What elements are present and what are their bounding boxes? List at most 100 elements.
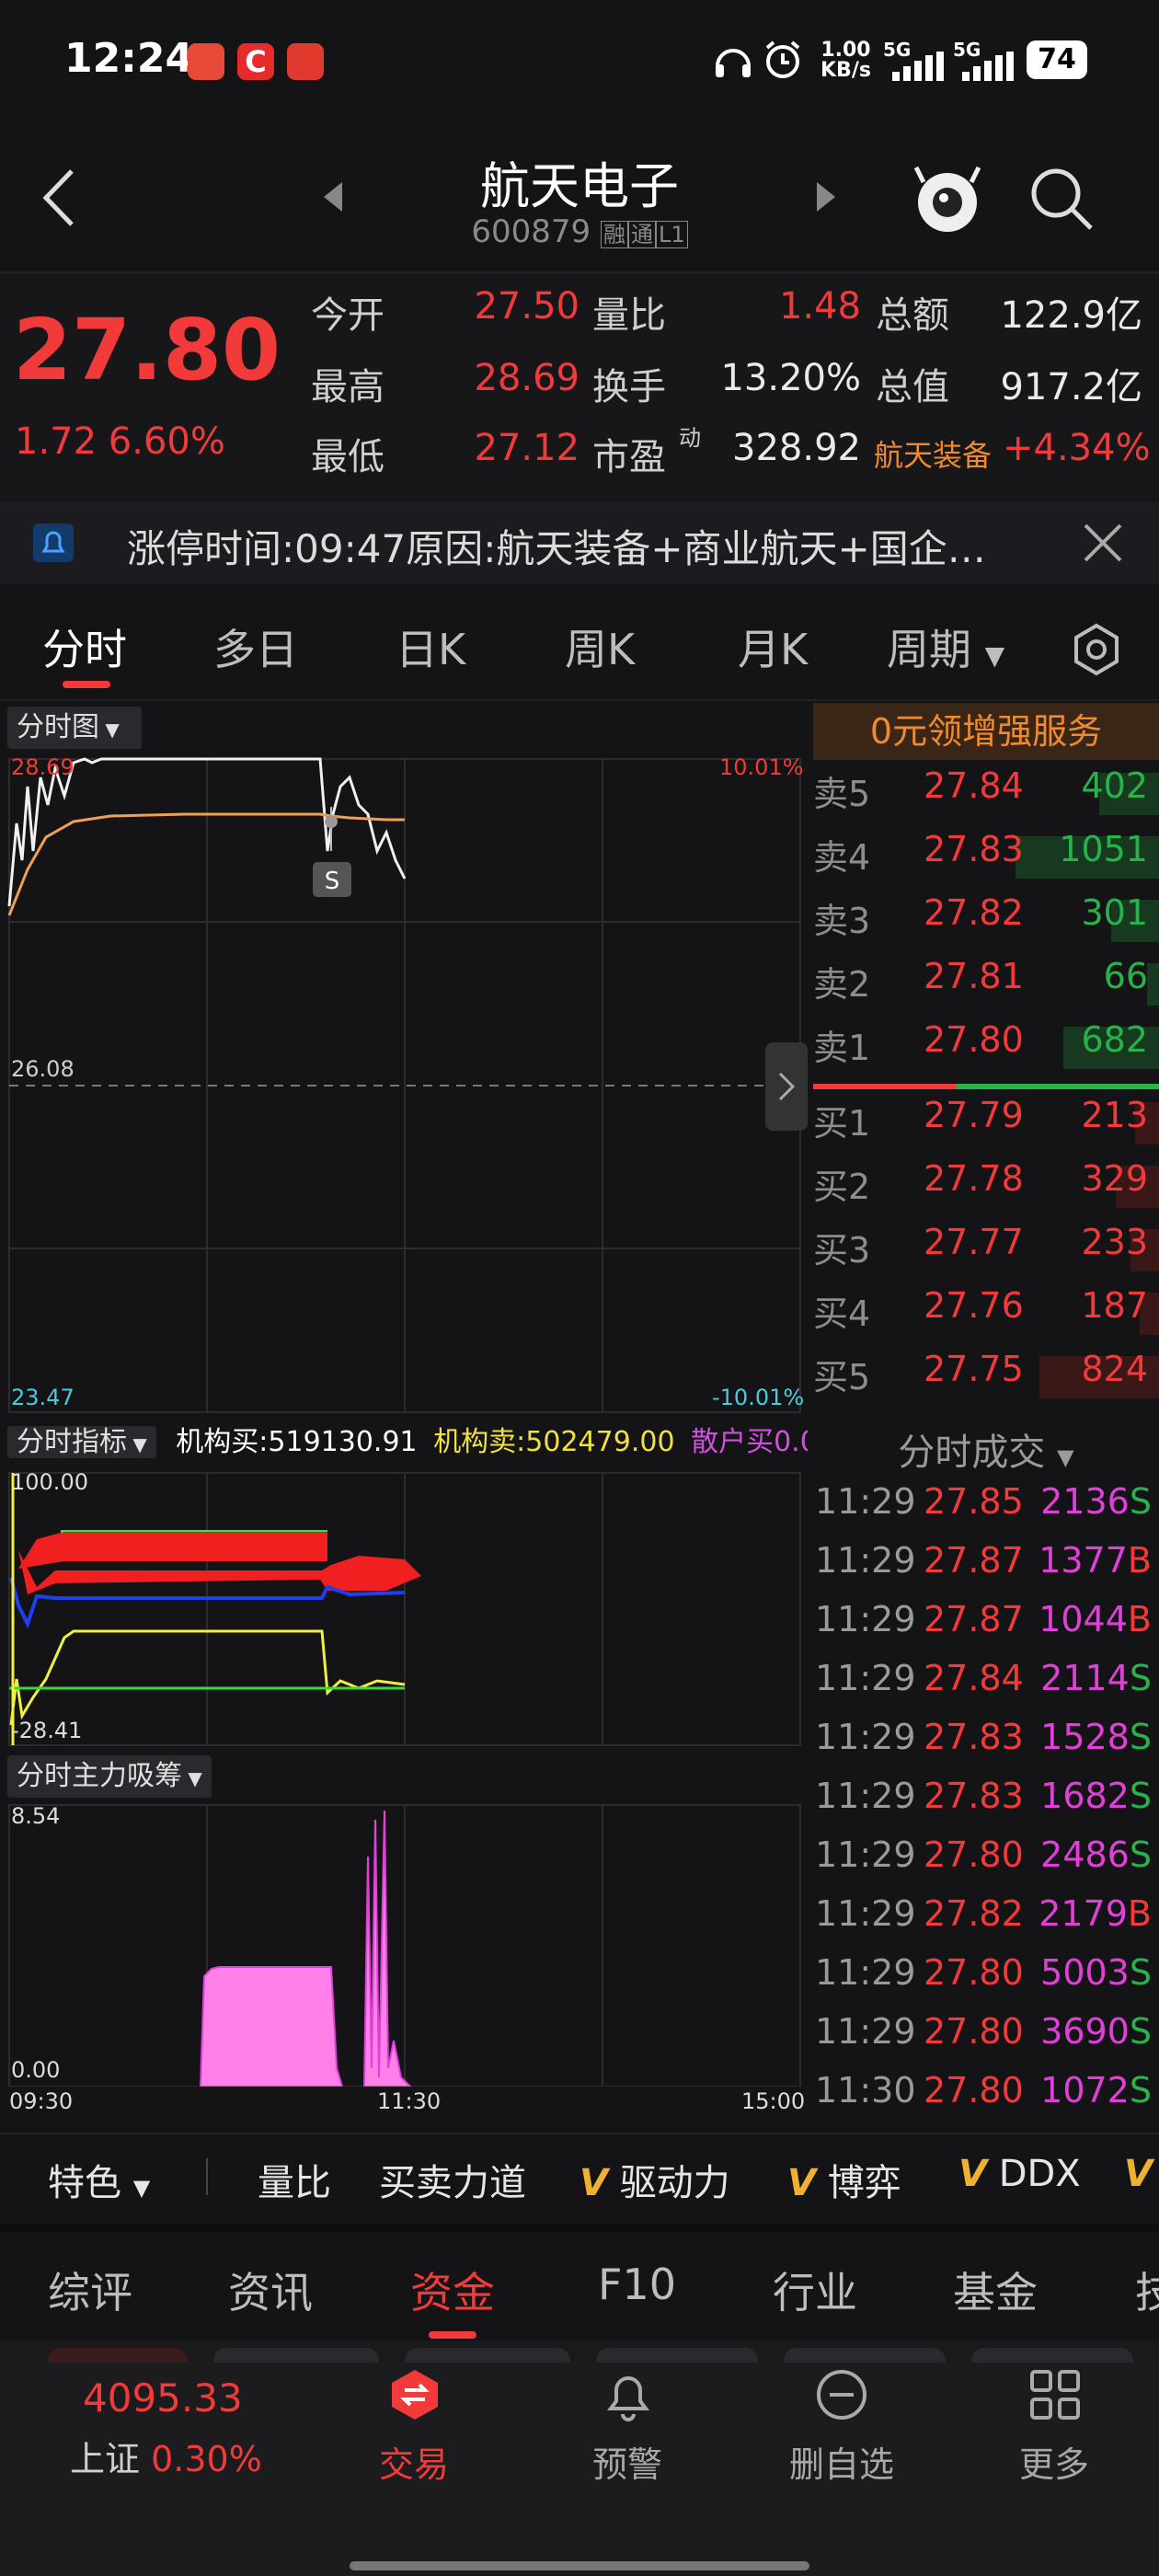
- nav-remove-watchlist[interactable]: 删自选: [773, 2368, 911, 2506]
- assistant-mascot-icon[interactable]: [911, 156, 984, 239]
- tab-fund[interactable]: 基金: [953, 2260, 1038, 2320]
- intraday-chart[interactable]: S: [0, 750, 809, 1421]
- stat-value: 1.48: [778, 285, 861, 328]
- v-badge-icon: V: [580, 2162, 608, 2204]
- tab-monthly-k[interactable]: 月K: [738, 616, 808, 677]
- tab-ddx[interactable]: V DDX: [958, 2153, 1081, 2195]
- tab-buy-sell-force[interactable]: 买卖力道: [379, 2153, 526, 2206]
- tab-multi-day[interactable]: 多日: [213, 616, 298, 677]
- tab-intraday[interactable]: 分时: [42, 616, 127, 677]
- tab-daily-k[interactable]: 日K: [396, 616, 465, 677]
- nav-alert[interactable]: 预警: [572, 2368, 683, 2506]
- stat-label: 最高: [311, 366, 384, 408]
- tab-news[interactable]: 资讯: [228, 2260, 313, 2320]
- capital-chart[interactable]: [0, 1801, 809, 2087]
- tab-game[interactable]: V 博弈: [787, 2153, 901, 2206]
- volume-bar: [1147, 963, 1159, 1006]
- intraday-panel-selector[interactable]: 分时图 ▼: [7, 707, 142, 749]
- tab-overview[interactable]: 综评: [48, 2260, 132, 2320]
- info-tabs: 综评 资讯 资金 F10 行业 基金 技: [0, 2225, 1159, 2348]
- tab-f10[interactable]: F10: [598, 2260, 676, 2309]
- promo-banner[interactable]: 0元领增强服务: [813, 703, 1159, 760]
- index-ticker[interactable]: 4095.33 上证 0.30%: [37, 2364, 313, 2512]
- trade-volume: 2136S: [1040, 1481, 1152, 1522]
- trade-volume: 3690S: [1040, 2011, 1152, 2052]
- stat-value: 28.69: [474, 357, 580, 399]
- trade-side: S: [1129, 2011, 1152, 2052]
- trade-row: 11:29 27.87 1044B: [813, 1599, 1159, 1658]
- tab-weekly-k[interactable]: 周K: [565, 616, 635, 677]
- row-label: 买2: [813, 1167, 871, 1207]
- bid-row[interactable]: 买5 27.75 824: [813, 1349, 1159, 1406]
- row-volume: 301: [1081, 892, 1148, 933]
- ask-row[interactable]: 卖2 27.81 66: [813, 956, 1159, 1013]
- search-icon[interactable]: [1027, 164, 1096, 234]
- trade-row: 11:29 27.82 2179B: [813, 1893, 1159, 1952]
- ask-row[interactable]: 卖1 27.80 682: [813, 1019, 1159, 1076]
- bid-row[interactable]: 买1 27.79 213: [813, 1095, 1159, 1152]
- battery-indicator: 74: [1027, 40, 1087, 79]
- prev-stock-icon[interactable]: [322, 180, 344, 213]
- tab-period[interactable]: 周期 ▼: [887, 616, 1004, 677]
- limit-up-notice[interactable]: 涨停时间:09:47原因:航天装备+商业航天+国企…: [0, 501, 1159, 584]
- nav-trade[interactable]: 交易: [359, 2368, 469, 2506]
- next-stock-icon[interactable]: [815, 180, 837, 213]
- trade-volume-value: 5003: [1040, 1952, 1130, 1993]
- back-arrow-icon[interactable]: [37, 166, 83, 230]
- row-label: 卖5: [813, 774, 871, 814]
- trade-volume-value: 1528: [1040, 1717, 1130, 1757]
- remove-circle-icon: [817, 2370, 866, 2420]
- trade-time: 11:29: [815, 1658, 916, 1698]
- tab-industry[interactable]: 行业: [773, 2260, 857, 2320]
- tab-driving-force[interactable]: V 驱动力: [580, 2153, 730, 2206]
- trade-volume-value: 2486: [1040, 1834, 1130, 1875]
- trade-volume-value: 2114: [1040, 1658, 1130, 1698]
- home-gesture-bar[interactable]: [350, 2561, 809, 2570]
- trade-volume-value: 1044: [1039, 1599, 1128, 1639]
- ask-row[interactable]: 卖3 27.82 301: [813, 892, 1159, 949]
- trade-side: S: [1129, 1952, 1152, 1993]
- ask-row[interactable]: 卖5 27.84 402: [813, 765, 1159, 822]
- v-badge-icon[interactable]: V: [1124, 2153, 1153, 2195]
- tab-special[interactable]: 特色 ▼: [48, 2153, 150, 2206]
- bid-row[interactable]: 买2 27.78 329: [813, 1158, 1159, 1215]
- indicator-chart[interactable]: [0, 1467, 809, 1748]
- trade-volume: 5003S: [1040, 1952, 1152, 1993]
- trade-row: 11:29 27.80 5003S: [813, 1952, 1159, 2011]
- capital-panel-selector[interactable]: 分时主力吸筹 ▼: [7, 1755, 212, 1798]
- chevron-down-icon: ▼: [127, 1433, 147, 1455]
- settings-hexagon-icon[interactable]: [1069, 622, 1124, 677]
- row-volume: 824: [1081, 1349, 1148, 1389]
- tab-capital[interactable]: 资金: [410, 2260, 495, 2320]
- trades-header[interactable]: 分时成交 ▼: [813, 1422, 1159, 1476]
- row-price: 27.75: [924, 1349, 1024, 1389]
- trade-row: 11:29 27.83 1528S: [813, 1717, 1159, 1776]
- x-label-noon: 11:30: [377, 2088, 442, 2114]
- indicator-panel-selector[interactable]: 分时指标 ▼: [7, 1426, 156, 1458]
- sub-filter-strip: [0, 2340, 1159, 2363]
- bid-row[interactable]: 买3 27.77 233: [813, 1222, 1159, 1279]
- trade-row: 11:29 27.80 2486S: [813, 1834, 1159, 1893]
- nav-more[interactable]: 更多: [999, 2368, 1109, 2506]
- ask-row[interactable]: 卖4 27.83 1051: [813, 829, 1159, 886]
- row-price: 27.84: [924, 765, 1024, 806]
- index-name-line: 上证 0.30%: [70, 2431, 262, 2481]
- indicator-y-bottom: -28.41: [11, 1718, 83, 1743]
- grid-menu-icon: [1030, 2370, 1080, 2420]
- trade-price: 27.80: [924, 1952, 1024, 1993]
- row-volume: 402: [1081, 765, 1148, 806]
- capital-y-bottom: 0.00: [11, 2057, 61, 2083]
- bid-row[interactable]: 买4 27.76 187: [813, 1285, 1159, 1342]
- signal-icon: [962, 52, 1014, 81]
- close-icon[interactable]: [1082, 522, 1124, 564]
- tab-technical[interactable]: 技: [1135, 2260, 1159, 2320]
- chevron-down-icon: ▼: [984, 640, 1005, 671]
- row-price: 27.79: [924, 1095, 1024, 1135]
- index-name: 上证: [70, 2439, 141, 2479]
- trade-time: 11:29: [815, 2011, 916, 2052]
- trade-price: 27.80: [924, 2070, 1024, 2110]
- row-volume: 329: [1081, 1158, 1148, 1199]
- sell-marker[interactable]: S: [325, 868, 340, 895]
- tab-volume-ratio[interactable]: 量比: [258, 2153, 331, 2206]
- trade-row: 11:29 27.83 1682S: [813, 1776, 1159, 1834]
